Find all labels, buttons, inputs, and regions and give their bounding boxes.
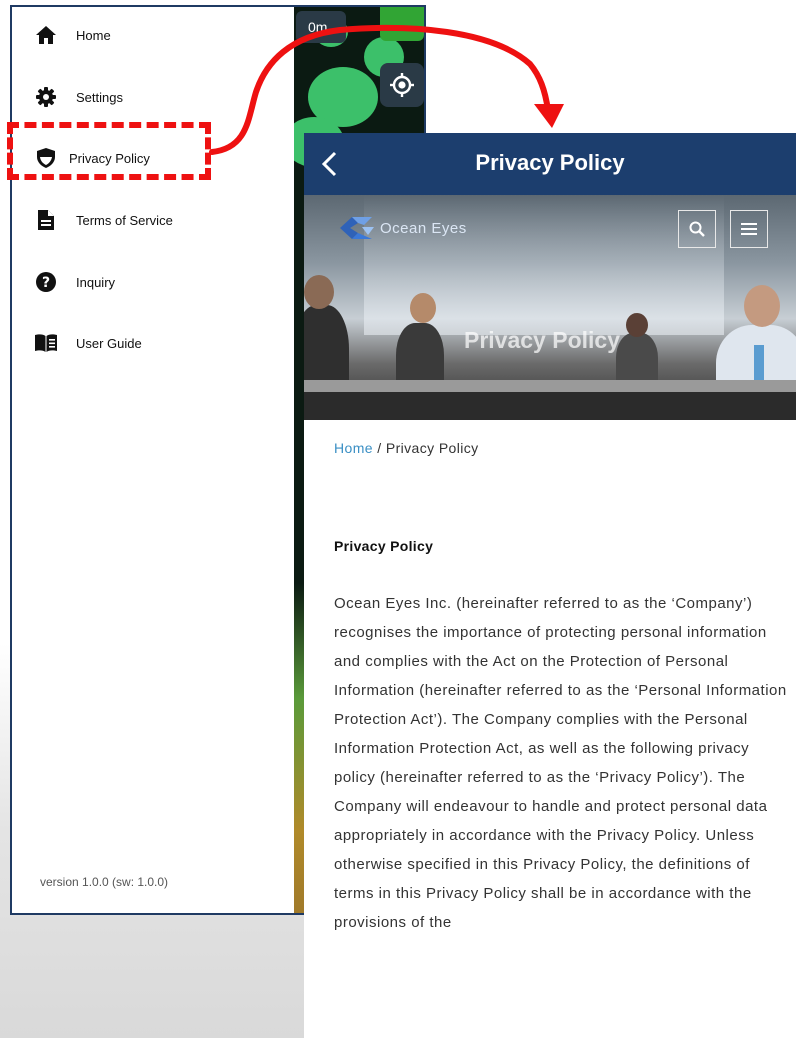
highlight-box [7,122,211,180]
book-icon [34,331,58,355]
question-icon: ? [34,270,58,294]
hero-banner: Ocean Eyes Privacy Policy [304,195,796,420]
map-layer-button[interactable] [380,7,424,41]
menu-label: Home [76,27,111,43]
menu-label: User Guide [76,335,142,351]
breadcrumb-current: Privacy Policy [385,440,479,456]
locate-button[interactable] [380,63,424,107]
logo-text: Ocean Eyes [380,219,467,237]
privacy-policy-screen: Privacy Policy Ocean Eyes Privacy Policy… [304,133,796,1038]
search-button[interactable] [678,210,716,248]
breadcrumb: Home / Privacy Policy [334,440,479,456]
section-heading: Privacy Policy [334,538,434,554]
breadcrumb-home-link[interactable]: Home [334,440,373,456]
home-icon [34,23,58,47]
menu-item-user-guide[interactable]: User Guide [12,323,294,363]
svg-text:?: ? [42,275,50,291]
app-bar: Privacy Policy [304,133,796,195]
logo-mark-icon [340,217,374,239]
version-label: version 1.0.0 (sw: 1.0.0) [40,875,169,889]
menu-item-terms-of-service[interactable]: Terms of Service [12,200,294,240]
hero-title: Privacy Policy [464,327,620,353]
ocean-eyes-logo[interactable]: Ocean Eyes [338,213,467,243]
menu-item-home[interactable]: Home [12,15,294,55]
menu-item-inquiry[interactable]: ? Inquiry [12,262,294,302]
search-icon [689,221,705,237]
distance-badge: 0m [296,11,346,43]
policy-body-text: Ocean Eyes Inc. (hereinafter referred to… [334,595,787,931]
menu-label: Inquiry [76,274,116,290]
gear-icon [34,85,58,109]
page-title: Privacy Policy [475,150,625,175]
menu-label: Terms of Service [76,212,173,228]
document-icon [34,208,58,232]
breadcrumb-separator: / [372,440,386,456]
crosshair-icon [390,73,414,97]
menu-item-settings[interactable]: Settings [12,77,294,117]
menu-label: Settings [76,89,123,105]
menu-button[interactable] [730,210,768,248]
hamburger-icon [741,223,757,235]
